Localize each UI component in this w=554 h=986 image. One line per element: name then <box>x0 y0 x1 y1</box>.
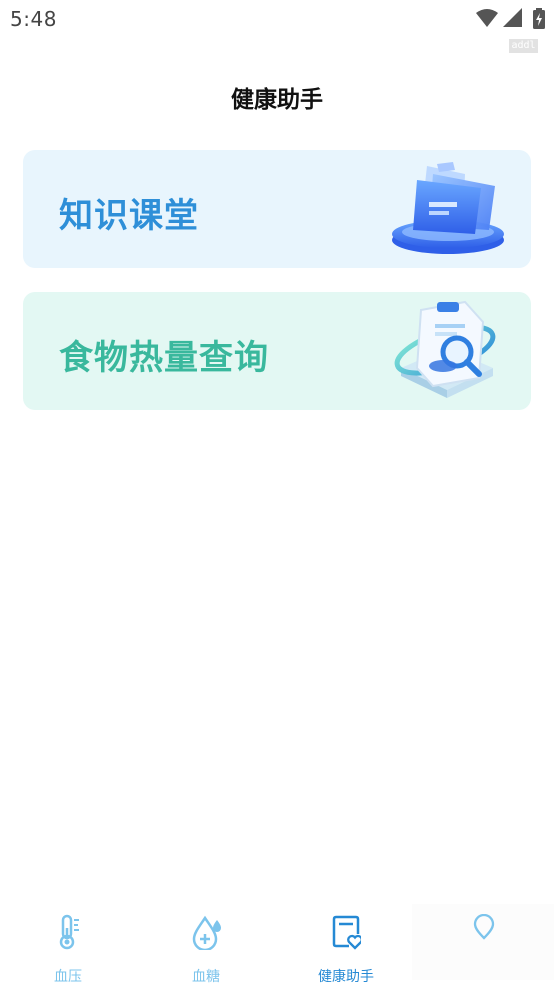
status-bar: 5:48 addl <box>0 0 554 53</box>
food-calorie-query-label: 食物热量查询 <box>59 338 269 378</box>
tab-health-assistant[interactable]: 健康助手 <box>296 914 396 985</box>
status-time: 5:48 <box>10 7 57 31</box>
thermometer-icon <box>59 914 79 950</box>
clipboard-heart-icon <box>332 915 361 950</box>
tab-blood-sugar[interactable]: 血糖 <box>156 914 256 985</box>
knowledge-classroom-label: 知识课堂 <box>59 196 199 236</box>
tab-blood-pressure[interactable]: 血压 <box>18 914 118 985</box>
tab-blood-sugar-label: 血糖 <box>192 969 220 985</box>
battery-charging-icon <box>533 8 545 29</box>
bottom-tab-bar: 血压 血糖 健康助手 <box>0 904 554 985</box>
drop-plus-icon <box>192 915 221 950</box>
food-calorie-query-card[interactable]: 食物热量查询 <box>23 292 531 410</box>
tab-location[interactable] <box>434 914 534 980</box>
tab-blood-pressure-label: 血压 <box>54 969 82 985</box>
knowledge-classroom-card[interactable]: 知识课堂 <box>23 150 531 268</box>
tab-health-assistant-label: 健康助手 <box>318 969 374 985</box>
folder-stack-illustration <box>392 162 504 254</box>
clipboard-search-illustration <box>394 300 496 398</box>
wifi-icon <box>476 9 498 27</box>
debug-tag: addl <box>509 39 538 53</box>
page-title: 健康助手 <box>231 87 323 113</box>
cellular-signal-icon <box>503 8 522 27</box>
location-pin-icon <box>473 914 495 940</box>
